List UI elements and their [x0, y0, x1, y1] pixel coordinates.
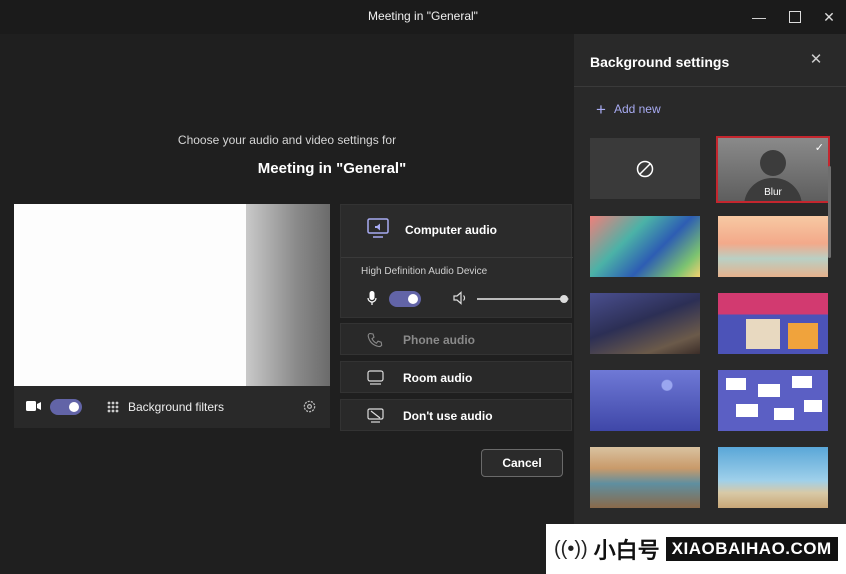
camera-controls: Background filters	[14, 386, 330, 428]
cancel-button[interactable]: Cancel	[481, 449, 563, 477]
room-audio-label: Room audio	[403, 371, 473, 385]
background-filters-button[interactable]: Background filters	[104, 386, 254, 428]
phone-icon	[367, 332, 383, 348]
background-settings-title: Background settings	[590, 54, 730, 70]
maximize-icon	[789, 11, 801, 23]
panel-scrollbar[interactable]	[828, 166, 831, 258]
video-preview	[14, 204, 330, 386]
meeting-title: Meeting in "General"	[257, 160, 407, 177]
background-thumbnail-beach-horizon[interactable]	[718, 447, 828, 508]
room-audio-option[interactable]: Room audio	[340, 361, 572, 393]
computer-audio-icon	[367, 218, 389, 238]
computer-audio-label: Computer audio	[405, 223, 497, 237]
phone-audio-option[interactable]: Phone audio	[340, 323, 572, 355]
maximize-button[interactable]	[778, 0, 812, 34]
blur-label: Blur	[764, 187, 782, 198]
gear-icon[interactable]	[302, 399, 317, 414]
audio-device-select[interactable]: High Definition Audio Device	[361, 266, 487, 277]
background-filters-icon	[106, 400, 120, 414]
no-audio-icon	[367, 408, 384, 423]
microphone-toggle[interactable]	[389, 291, 421, 307]
dont-use-audio-option[interactable]: Don't use audio	[340, 399, 572, 431]
close-icon: ✕	[809, 51, 823, 68]
background-thumbnail-blur[interactable]: ✓ Blur	[716, 136, 830, 203]
prejoin-subtitle: Choose your audio and video settings for	[177, 133, 397, 147]
plus-icon: +	[596, 100, 606, 119]
background-filters-label: Background filters	[128, 400, 225, 414]
minimize-icon: —	[752, 9, 766, 25]
speaker-volume-slider[interactable]	[477, 295, 569, 303]
window-title: Meeting in "General"	[368, 9, 478, 23]
watermark-logo: ((•)) 小白号 XIAOBAIHAO.COM	[546, 524, 846, 574]
add-new-label: Add new	[613, 102, 661, 116]
background-thumbnail-living-room[interactable]	[590, 293, 700, 354]
background-thumbnail-none[interactable]	[590, 138, 700, 199]
background-settings-panel: Background settings ✕ + Add new ✓ Blur	[574, 34, 846, 574]
blur-silhouette	[760, 150, 786, 176]
title-bar: Meeting in "General" — ✕	[0, 0, 846, 34]
background-thumbnail-sticky-notes-wall[interactable]	[718, 370, 828, 431]
background-thumbnail-office-interior[interactable]	[590, 447, 700, 508]
close-panel-button[interactable]: ✕	[806, 50, 826, 70]
broadcast-icon: ((•))	[554, 537, 588, 560]
camera-icon	[26, 399, 42, 413]
background-thumbnail-colorful-waves[interactable]	[590, 216, 700, 277]
computer-audio-option[interactable]: Computer audio High Definition Audio Dev…	[340, 204, 573, 318]
speaker-icon	[453, 291, 469, 305]
watermark-en: XIAOBAIHAO.COM	[665, 537, 838, 561]
microphone-icon	[367, 291, 377, 306]
prejoin-panel: Choose your audio and video settings for…	[0, 34, 574, 574]
background-thumbnail-bookshelf[interactable]	[718, 293, 828, 354]
background-thumbnail-pastel-landscape[interactable]	[718, 216, 828, 277]
camera-toggle[interactable]	[50, 399, 82, 415]
close-window-button[interactable]: ✕	[812, 0, 846, 34]
add-new-button[interactable]: + Add new	[596, 100, 661, 120]
close-icon: ✕	[823, 8, 835, 25]
minimize-button[interactable]: —	[742, 0, 776, 34]
no-background-icon	[636, 160, 654, 178]
watermark-cn: 小白号	[593, 538, 660, 563]
checkmark-icon: ✓	[814, 142, 824, 154]
room-audio-icon	[367, 370, 384, 385]
phone-audio-label: Phone audio	[403, 333, 475, 347]
background-thumbnail-purple-planet[interactable]	[590, 370, 700, 431]
dont-use-audio-label: Don't use audio	[403, 409, 493, 423]
